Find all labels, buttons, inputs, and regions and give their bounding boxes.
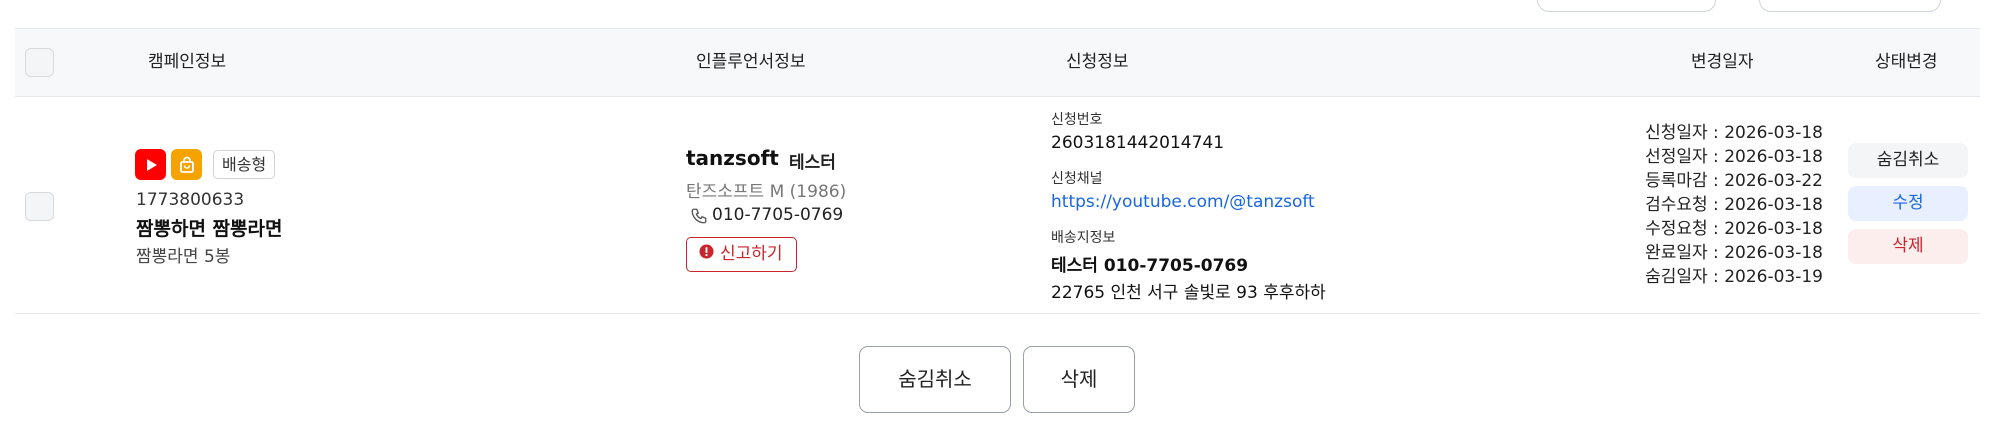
date-review-request: 검수요청 : 2026-03-18 (1645, 195, 1823, 215)
bulk-delete-button[interactable]: 삭제 (1023, 346, 1135, 413)
header-change-date: 변경일자 (1691, 52, 1754, 72)
row-checkbox[interactable] (25, 192, 54, 221)
influencer-phone: 010-7705-0769 (712, 205, 844, 225)
header-application-info: 신청정보 (1066, 52, 1129, 72)
influencer-detail: 탄즈소프트 M (1986) (686, 182, 847, 202)
header-status-change: 상태변경 (1875, 52, 1938, 72)
table-row: 배송형 1773800633 짬뽕하면 짬뽕라면 짬뽕라면 5봉 tanzsof… (15, 97, 1980, 314)
date-deadline: 등록마감 : 2026-03-22 (1645, 171, 1823, 191)
date-selected: 선정일자 : 2026-03-18 (1645, 147, 1823, 167)
header-campaign-info: 캠페인정보 (148, 52, 227, 72)
unhide-status-button[interactable]: 숨김취소 (1848, 143, 1968, 178)
header-influencer-info: 인플루언서정보 (696, 52, 806, 72)
youtube-icon (135, 149, 166, 180)
shipping-label: 배송지정보 (1051, 230, 1116, 246)
delete-status-button[interactable]: 삭제 (1848, 229, 1968, 264)
phone-icon (690, 207, 708, 229)
application-no: 2603181442014741 (1051, 133, 1225, 153)
select-all-checkbox[interactable] (25, 48, 54, 77)
campaign-title[interactable]: 짬뽕하면 짬뽕라면 (136, 214, 282, 241)
influencer-name: 테스터 (789, 153, 836, 173)
date-hidden: 숨김일자 : 2026-03-19 (1645, 267, 1823, 287)
report-label: 신고하기 (720, 244, 783, 264)
alert-icon (699, 238, 714, 271)
campaign-id: 1773800633 (136, 190, 245, 210)
shopping-bag-icon (171, 149, 202, 180)
bulk-unhide-button[interactable]: 숨김취소 (859, 346, 1011, 413)
application-no-label: 신청번호 (1051, 112, 1103, 128)
channel-link[interactable]: https://youtube.com/@tanzsoft (1051, 192, 1315, 212)
date-applied: 신청일자 : 2026-03-18 (1645, 123, 1823, 143)
top-button-2[interactable] (1759, 0, 1941, 12)
edit-status-button[interactable]: 수정 (1848, 186, 1968, 221)
report-button[interactable]: 신고하기 (686, 237, 797, 272)
channel-label: 신청채널 (1051, 171, 1103, 187)
shipping-name-phone: 테스터 010-7705-0769 (1051, 256, 1249, 276)
date-revision-request: 수정요청 : 2026-03-18 (1645, 219, 1823, 239)
top-button-1[interactable] (1537, 0, 1716, 12)
influencer-id[interactable]: tanzsoft (686, 146, 779, 170)
application-table: 캠페인정보 인플루언서정보 신청정보 변경일자 상태변경 배송형 1773800… (15, 28, 1980, 314)
campaign-subtitle: 짬뽕라면 5봉 (136, 247, 231, 267)
table-header: 캠페인정보 인플루언서정보 신청정보 변경일자 상태변경 (15, 28, 1980, 97)
change-dates: 신청일자 : 2026-03-18 선정일자 : 2026-03-18 등록마감… (1613, 121, 1823, 289)
date-completed: 완료일자 : 2026-03-18 (1645, 243, 1823, 263)
shipping-address: 22765 인천 서구 솔빛로 93 후후하하 (1051, 283, 1326, 303)
delivery-type-badge: 배송형 (213, 150, 276, 179)
